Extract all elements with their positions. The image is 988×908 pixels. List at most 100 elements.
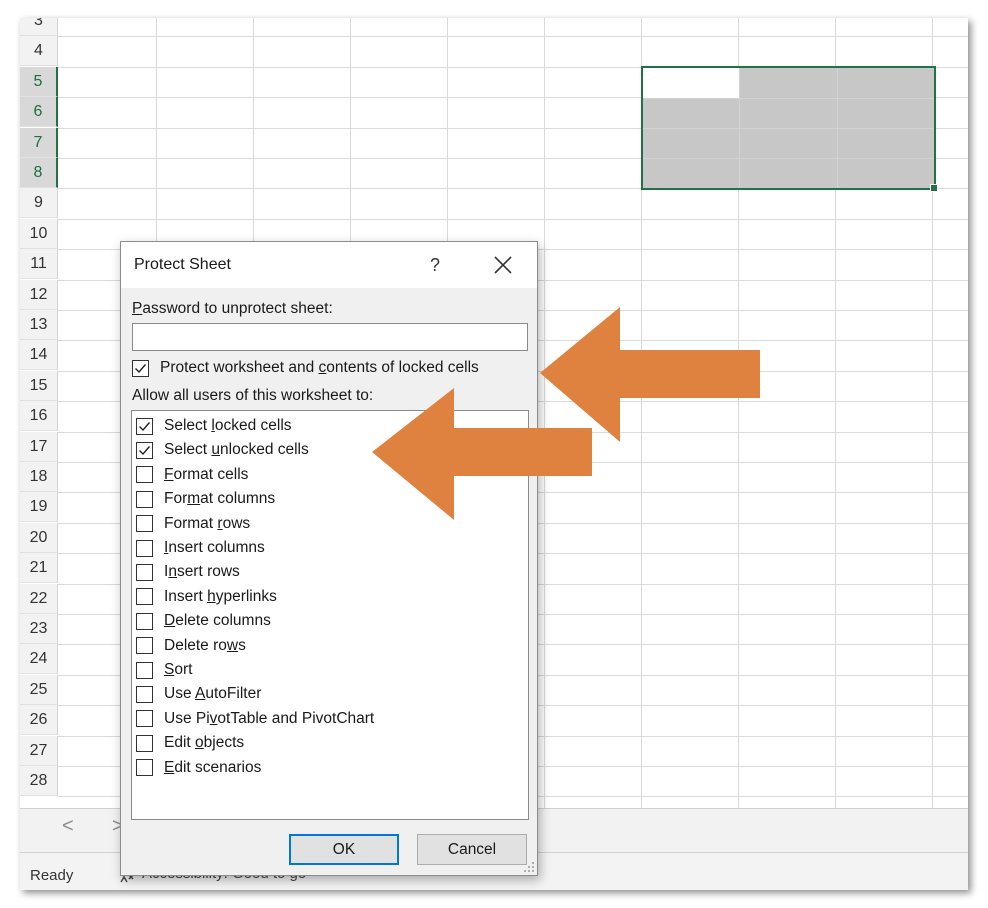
permission-item[interactable]: Use AutoFilter (136, 682, 261, 706)
permission-item[interactable]: Edit scenarios (136, 756, 261, 780)
row-header[interactable]: 25 (20, 674, 58, 705)
row-header[interactable]: 23 (20, 614, 58, 644)
row-header[interactable]: 16 (20, 401, 58, 432)
password-label: Password to unprotect sheet: (132, 300, 333, 317)
grid-row-line (58, 218, 968, 220)
scroll-tabs-left-icon[interactable]: < (62, 815, 74, 838)
protect-sheet-dialog: Protect Sheet ? Password to unprotect sh… (120, 241, 538, 876)
cancel-button[interactable]: Cancel (417, 834, 527, 865)
permission-label: Delete columns (164, 612, 271, 630)
row-header[interactable]: 8 (20, 158, 58, 188)
password-input[interactable] (132, 323, 528, 351)
permission-label: Format rows (164, 514, 251, 532)
protect-contents-option[interactable]: Protect worksheet and contents of locked… (132, 359, 479, 377)
row-header[interactable]: 19 (20, 492, 58, 523)
permission-item[interactable]: Select locked cells (136, 414, 292, 438)
permission-item[interactable]: Delete rows (136, 634, 246, 658)
permission-label: Select unlocked cells (164, 441, 309, 459)
selection-divider (643, 158, 934, 159)
permission-item[interactable]: Edit objects (136, 731, 244, 755)
row-header[interactable]: 7 (20, 127, 58, 158)
permission-checkbox[interactable] (136, 685, 153, 703)
help-button[interactable]: ? (422, 250, 448, 280)
grid-row-line (58, 36, 968, 38)
row-header[interactable]: 5 (20, 66, 58, 97)
permission-item[interactable]: Format cells (136, 463, 248, 487)
permission-item[interactable]: Insert rows (136, 560, 240, 584)
row-header[interactable]: 28 (20, 766, 58, 796)
permission-item[interactable]: Use PivotTable and PivotChart (136, 707, 374, 731)
permission-label: Insert rows (164, 563, 240, 581)
row-header[interactable]: 15 (20, 370, 58, 401)
permission-item[interactable]: Insert hyperlinks (136, 585, 277, 609)
permission-checkbox[interactable] (136, 490, 153, 508)
fill-handle[interactable] (930, 184, 938, 192)
row-header[interactable]: 11 (20, 249, 58, 280)
permission-checkbox[interactable] (136, 417, 153, 435)
row-header[interactable]: 13 (20, 310, 58, 340)
dialog-title: Protect Sheet (134, 256, 231, 273)
selection-divider (643, 98, 934, 99)
permission-checkbox[interactable] (136, 637, 153, 655)
checkmark-icon (135, 363, 147, 373)
row-header[interactable]: 21 (20, 553, 58, 584)
selection-divider (643, 128, 934, 129)
permission-checkbox[interactable] (136, 441, 153, 459)
row-header[interactable]: 24 (20, 644, 58, 675)
permission-label: Sort (164, 661, 193, 678)
row-header[interactable]: 17 (20, 431, 58, 462)
permission-label: Insert hyperlinks (164, 587, 277, 605)
row-header[interactable]: 22 (20, 583, 58, 614)
permission-item[interactable]: Format rows (136, 512, 250, 536)
permission-checkbox[interactable] (136, 563, 153, 581)
permission-checkbox[interactable] (136, 588, 153, 606)
permission-item[interactable]: Format columns (136, 487, 275, 511)
row-header[interactable]: 12 (20, 279, 58, 310)
permission-item[interactable]: Select unlocked cells (136, 438, 309, 462)
permission-item[interactable]: Insert columns (136, 536, 265, 560)
permission-label: Format cells (164, 465, 249, 483)
row-header[interactable]: 14 (20, 340, 58, 371)
row-header[interactable]: 10 (20, 218, 58, 249)
permission-label: Use AutoFilter (164, 685, 262, 703)
grid-column-line (544, 18, 545, 808)
active-cell[interactable] (643, 68, 740, 98)
permission-checkbox[interactable] (136, 734, 153, 752)
row-header[interactable]: 18 (20, 462, 58, 492)
ok-button[interactable]: OK (289, 834, 399, 865)
selected-range[interactable] (641, 66, 938, 192)
permission-item[interactable]: Sort (136, 658, 192, 682)
status-ready-text: Ready (30, 867, 74, 884)
checkmark-icon (139, 421, 151, 431)
close-icon (494, 256, 512, 274)
row-header[interactable]: 27 (20, 735, 58, 766)
close-button[interactable] (487, 250, 519, 280)
permissions-list[interactable]: Select locked cells Select unlocked cells… (131, 410, 529, 820)
row-header[interactable]: 4 (20, 36, 58, 67)
permission-checkbox[interactable] (136, 515, 153, 533)
row-header[interactable]: 6 (20, 97, 58, 128)
permission-checkbox[interactable] (136, 539, 153, 557)
checkmark-icon (139, 445, 151, 455)
permission-label: Edit scenarios (164, 758, 262, 776)
protect-contents-label: Protect worksheet and contents of locked… (160, 359, 479, 376)
row-header[interactable]: 26 (20, 705, 58, 736)
permission-checkbox[interactable] (136, 466, 153, 484)
permission-label: Use PivotTable and PivotChart (164, 709, 375, 727)
permission-checkbox[interactable] (136, 661, 153, 679)
permission-label: Format columns (164, 490, 276, 508)
row-header[interactable]: 9 (20, 188, 58, 219)
permission-label: Insert columns (164, 539, 265, 556)
resize-grip-icon[interactable] (523, 861, 535, 873)
permission-checkbox[interactable] (136, 710, 153, 728)
permission-checkbox[interactable] (136, 612, 153, 630)
allow-users-label: Allow all users of this worksheet to: (132, 387, 374, 404)
permission-label: Edit objects (164, 734, 245, 752)
row-header[interactable]: 20 (20, 522, 58, 553)
dialog-titlebar[interactable]: Protect Sheet ? (121, 242, 537, 288)
permission-checkbox[interactable] (136, 759, 153, 777)
protect-contents-checkbox[interactable] (132, 359, 149, 377)
permission-item[interactable]: Delete columns (136, 609, 271, 633)
row-header[interactable]: 3 (20, 18, 58, 36)
permission-label: Delete rows (164, 636, 246, 654)
